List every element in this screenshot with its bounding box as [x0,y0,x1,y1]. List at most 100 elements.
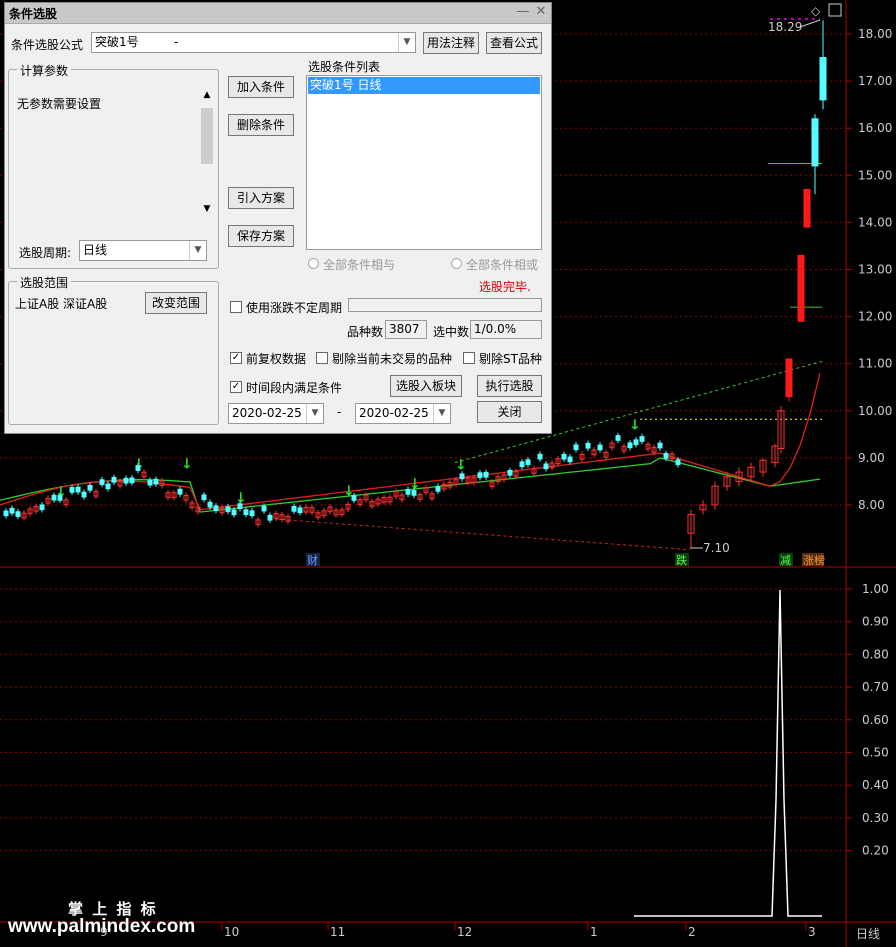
candle-body [537,453,543,460]
candle-body [639,436,645,442]
candle-body [615,435,621,441]
panel-toggle-icon[interactable] [828,3,842,17]
radio-or[interactable] [451,258,462,269]
import-plan-button[interactable]: 引入方案 [228,187,294,209]
candle-body [297,507,303,514]
trend-line-lower [275,518,691,551]
candle-body [627,442,633,449]
scope-title: 选股范围 [17,274,72,291]
low-price-label: 7.10 [703,541,730,555]
candle-body [51,494,57,501]
chevron-down-icon[interactable]: ▼ [398,33,415,52]
candle-body [405,488,411,495]
x-tick-label: 11 [330,925,345,939]
candle-body [585,442,591,449]
candle-body [819,57,827,101]
dialog-titlebar[interactable]: 条件选股 — ✕ [5,3,551,24]
count-value: 3807 [385,320,427,339]
event-marker-zhangbang[interactable]: 涨榜 [802,553,825,567]
radio-and[interactable] [308,258,319,269]
candle-body [87,484,93,491]
candle-body [483,471,489,478]
x-tick-label: 2 [688,925,696,939]
radio-or-label: 全部条件相或 [466,258,539,272]
y-tick-label: 18.00 [858,27,892,41]
add-condition-button[interactable]: 加入条件 [228,76,294,98]
formula-select[interactable]: 突破1号 - ▼ [91,32,416,53]
buy-signal-arrow: ↓ [455,458,467,474]
fq-checkbox[interactable]: ✓ [230,352,242,364]
period-label-text: 选股周期: [19,246,72,260]
scope-value: 上证A股 深证A股 [15,297,108,311]
fq-label: 前复权数据 [246,352,307,366]
time-range-checkbox[interactable]: ✓ [230,381,242,393]
x-tick-label: 3 [808,925,816,939]
candle-body [291,506,297,512]
view-formula-button[interactable]: 查看公式 [486,32,542,54]
y-tick-label: 11.00 [858,357,892,371]
chevron-down-icon[interactable]: ▼ [433,404,450,423]
close-button[interactable]: 关闭 [477,401,542,423]
exclude-st-checkbox[interactable] [463,352,475,364]
candle-body [237,503,243,509]
scroll-thumb[interactable] [201,108,213,164]
count-label: 品种数 [347,325,384,339]
event-marker-jian[interactable]: 减 [779,553,793,567]
time-range-label: 时间段内满足条件 [246,381,343,395]
use-period-checkbox[interactable] [230,301,242,313]
usage-notes-button[interactable]: 用法注释 [423,32,479,54]
close-icon[interactable]: ✕ [533,4,549,20]
condition-list-item[interactable]: 突破1号 日线 [308,77,540,94]
candle-body [811,118,819,167]
minimize-icon[interactable]: — [515,4,531,20]
delete-condition-button[interactable]: 删除条件 [228,114,294,136]
candle-body [597,444,603,451]
signal-indicator-line [634,589,822,917]
condition-list[interactable]: 突破1号 日线 [306,75,542,250]
exclude-untraded-label: 剔除当前未交易的品种 [332,352,453,366]
candle-body [519,461,525,468]
chevron-down-icon[interactable]: ▼ [189,241,206,260]
status-text: 选股完毕. [479,280,531,294]
y-tick-label: 13.00 [858,263,892,277]
chevron-down-icon[interactable]: ▼ [306,404,323,423]
candle-body [111,476,117,483]
candle-body [99,479,105,485]
params-scrollbar[interactable]: ▲ ▼ [199,90,215,214]
radio-and-label: 全部条件相与 [323,258,396,272]
change-scope-button[interactable]: 改变范围 [145,292,207,314]
candle-body [9,507,15,514]
event-marker-cai[interactable]: 财 [306,553,320,567]
date-dash: - [337,405,342,419]
candle-body [351,495,357,501]
candle-body [177,488,183,495]
to-board-button[interactable]: 选股入板块 [390,375,462,397]
execute-button[interactable]: 执行选股 [477,375,542,397]
y-tick-label: 15.00 [858,168,892,182]
candle-body [207,501,213,508]
formula-dash: - [174,35,179,49]
sub-y-tick-label: 0.60 [862,713,889,727]
sub-y-tick-label: 0.80 [862,647,889,661]
scroll-down-icon[interactable]: ▼ [199,204,215,214]
y-tick-label: 9.00 [858,451,885,465]
candle-body [267,514,273,521]
candle-body [249,510,255,517]
candle-body [69,487,75,493]
svg-text:跌: 跌 [676,553,687,567]
candle-body [567,456,573,463]
y-tick-label: 14.00 [858,215,892,229]
scope-group: 选股范围 上证A股 深证A股 改变范围 [8,274,219,425]
date-to-value: 2020-02-25 [359,406,429,420]
date-from-picker[interactable]: 2020-02-25 ▼ [228,403,324,424]
candle-body [57,495,63,501]
scroll-up-icon[interactable]: ▲ [199,90,215,100]
event-marker-die[interactable]: 跌 [675,553,689,567]
date-to-picker[interactable]: 2020-02-25 ▼ [355,403,451,424]
diamond-icon[interactable]: ◇ [811,4,821,18]
save-plan-button[interactable]: 保存方案 [228,225,294,247]
period-select[interactable]: 日线 ▼ [79,240,207,261]
exclude-untraded-checkbox[interactable] [316,352,328,364]
use-period-label: 使用涨跌不定周期 [246,301,343,315]
candle-body [261,505,267,512]
